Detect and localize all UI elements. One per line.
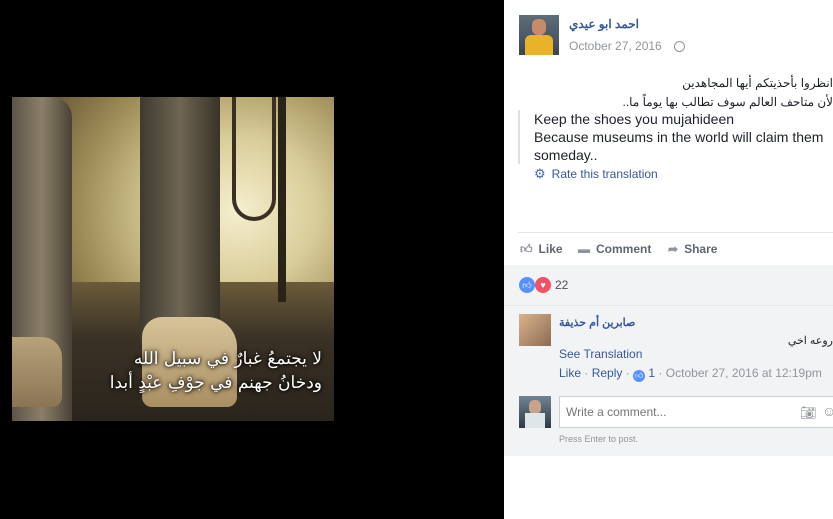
comment-reply-link[interactable]: Reply (592, 366, 623, 380)
translation-line: Keep the shoes you mujahideen (534, 111, 735, 127)
comment-input[interactable] (564, 404, 788, 420)
camera-icon[interactable]: 📷︎ (800, 405, 817, 421)
comment-like-count[interactable]: 1 (648, 366, 655, 380)
comments-section: صابرين أم حذيفة روعه اخي See Translation… (504, 305, 833, 456)
current-user-avatar (519, 396, 551, 428)
love-reaction-icon: ♥ (535, 277, 551, 293)
translation-line: someday.. (534, 147, 598, 163)
composer-hint: Press Enter to post. (559, 434, 639, 444)
photo-leg-right (140, 97, 220, 347)
comment-button[interactable]: ▬ Comment (578, 242, 651, 256)
gear-icon: ⚙ (534, 166, 546, 181)
author-avatar[interactable] (519, 15, 559, 55)
post-text-arabic-line: انظروا بأحذيتكم أيها المجاهدين (682, 76, 833, 90)
separator: · (584, 366, 592, 380)
thumbs-up-icon: 👍︎ (520, 242, 533, 256)
photo-viewer: لا يجتمعُ غبارٌ في سبيل الله ودخانُ جهنم… (0, 0, 504, 519)
comment-meta: Like · Reply · 👍︎ 1 · October 27, 2016 a… (559, 366, 822, 382)
post-actions-bar: 👍︎ Like ▬ Comment ➦ Share (518, 232, 833, 267)
photo-caption: لا يجتمعُ غبارٌ في سبيل الله ودخانُ جهنم… (72, 347, 322, 395)
comment-timestamp[interactable]: October 27, 2016 at 12:19pm (666, 366, 822, 380)
separator: · (658, 366, 666, 380)
comment-text: روعه اخي (787, 335, 833, 347)
rate-translation-label: Rate this translation (551, 167, 658, 181)
speech-bubble-icon: ▬ (578, 242, 590, 256)
see-translation-link[interactable]: See Translation (559, 347, 642, 361)
translation-line: Because museums in the world will claim … (534, 129, 824, 145)
author-name[interactable]: احمد ابو عيدي (569, 17, 639, 31)
share-arrow-icon: ➦ (668, 242, 679, 256)
avatar-face (529, 400, 541, 414)
comment-like-link[interactable]: Like (559, 366, 581, 380)
translation-block: Keep the shoes you mujahideen Because mu… (518, 110, 833, 164)
post-text-arabic-line: لأن متاحف العالم سوف تطالب بها يوماً ما.… (622, 95, 833, 109)
comment-composer[interactable]: 📷︎ ☺ (559, 396, 833, 428)
like-label: Like (538, 242, 563, 256)
share-label: Share (684, 242, 718, 256)
globe-icon (674, 41, 685, 52)
separator: · (625, 366, 634, 380)
avatar-body (525, 35, 553, 55)
post-photo[interactable]: لا يجتمعُ غبارٌ في سبيل الله ودخانُ جهنم… (12, 97, 334, 421)
post-sidebar: احمد ابو عيدي October 27, 2016 انظروا بأ… (504, 0, 833, 519)
commenter-avatar[interactable] (519, 314, 551, 346)
emoji-icon[interactable]: ☺ (822, 403, 833, 419)
like-button[interactable]: 👍︎ Like (520, 242, 563, 257)
avatar-face (532, 19, 546, 35)
comment-label: Comment (596, 242, 652, 256)
commenter-name[interactable]: صابرين أم حذيفة (559, 316, 635, 329)
reaction-count[interactable]: 22 (555, 278, 568, 292)
rate-translation-link[interactable]: ⚙ Rate this translation (534, 166, 658, 182)
share-button[interactable]: ➦ Share (668, 242, 717, 256)
reactions-bar[interactable]: 👍︎ ♥ 22 (504, 265, 833, 305)
post-date[interactable]: October 27, 2016 (569, 39, 662, 53)
avatar-body (525, 413, 545, 428)
photo-caption-line: ودخانُ جهنم في جوْفِ عبْدٍ أبدا (109, 373, 322, 393)
photo-rifle-strap (232, 97, 276, 221)
like-reaction-icon: 👍︎ (519, 277, 535, 293)
photo-caption-line: لا يجتمعُ غبارٌ في سبيل الله (133, 349, 322, 369)
photo-boot-left (12, 337, 62, 407)
thumbs-up-icon: 👍︎ (633, 370, 646, 382)
photo-rifle (278, 97, 286, 302)
